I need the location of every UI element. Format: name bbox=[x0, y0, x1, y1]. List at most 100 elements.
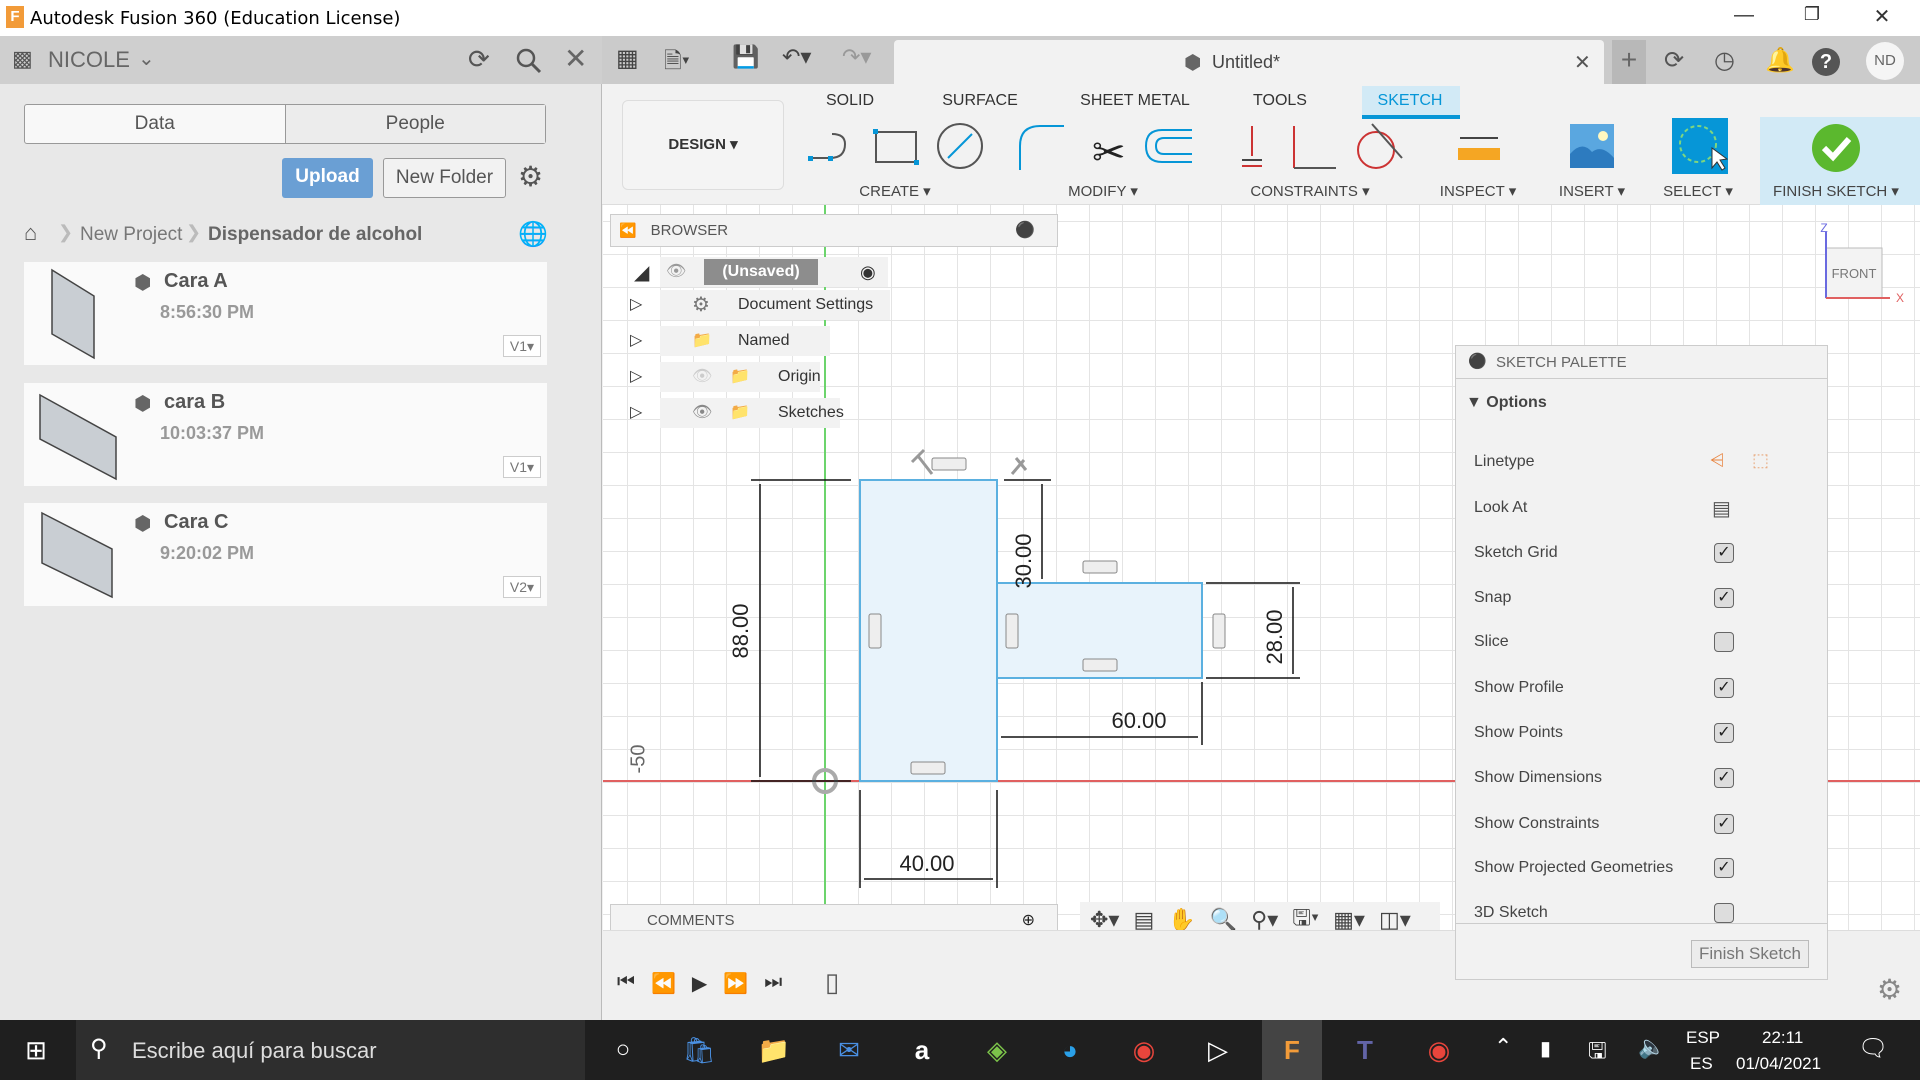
input-language[interactable]: ESP bbox=[1686, 1028, 1720, 1048]
palette-checkbox[interactable]: ✓ bbox=[1714, 814, 1734, 834]
palette-checkbox[interactable]: ✓ bbox=[1714, 678, 1734, 698]
clock-time[interactable]: 22:11 bbox=[1762, 1028, 1803, 1048]
options-section-toggle[interactable]: ▼ Options bbox=[1466, 394, 1547, 412]
palette-checkbox[interactable]: ✓ bbox=[1714, 858, 1734, 878]
show-hidden-icons[interactable]: ⌃ bbox=[1494, 1034, 1512, 1060]
clock-icon[interactable]: ◷ bbox=[1714, 46, 1735, 75]
close-window-button[interactable]: ✕ bbox=[1862, 4, 1902, 29]
version-dropdown[interactable]: V1▾ bbox=[503, 335, 541, 357]
browser-minimize-icon[interactable]: ⚫ bbox=[1015, 215, 1035, 246]
eye-icon[interactable]: 👁 bbox=[666, 263, 686, 280]
version-dropdown[interactable]: V2▾ bbox=[503, 576, 541, 598]
play-icon[interactable]: ▶ bbox=[692, 971, 707, 996]
trim-tool-icon[interactable]: ✂ bbox=[1092, 131, 1126, 172]
new-tab-button[interactable]: + bbox=[1612, 40, 1646, 84]
modify-menu[interactable]: MODIFY ▾ bbox=[1068, 182, 1138, 200]
media-app-icon[interactable]: ▷ bbox=[1188, 1020, 1248, 1080]
collapse-browser-icon[interactable]: ⏪ bbox=[619, 222, 636, 238]
finish-sketch-button[interactable]: Finish Sketch bbox=[1691, 940, 1809, 968]
layers-app-icon[interactable]: ◈ bbox=[967, 1020, 1027, 1080]
circle-tool-icon[interactable] bbox=[937, 123, 983, 169]
fusion-360-taskbar-icon[interactable]: F bbox=[1262, 1020, 1322, 1080]
settings-gear-icon[interactable]: ⚙ bbox=[1877, 973, 1902, 1006]
go-to-start-icon[interactable]: ⏮ bbox=[617, 971, 635, 996]
new-folder-button[interactable]: New Folder bbox=[383, 158, 506, 198]
timeline-marker-icon[interactable]: ▯ bbox=[825, 967, 839, 998]
mail-icon[interactable]: ✉ bbox=[819, 1020, 879, 1080]
user-selector[interactable]: NICOLE bbox=[48, 47, 130, 73]
look-at-icon[interactable]: ▤ bbox=[1712, 496, 1731, 521]
eye-icon[interactable]: 👁 bbox=[692, 398, 712, 428]
finish-sketch-menu[interactable]: FINISH SKETCH ▾ bbox=[1773, 182, 1899, 200]
version-dropdown[interactable]: V1▾ bbox=[503, 456, 541, 478]
tangent-constraint-icon[interactable] bbox=[1357, 123, 1403, 169]
edge-icon[interactable]: ◕ bbox=[1040, 1020, 1100, 1080]
user-avatar[interactable]: ND bbox=[1866, 42, 1904, 80]
tab-people[interactable]: People bbox=[284, 105, 545, 143]
create-menu[interactable]: CREATE ▾ bbox=[859, 182, 930, 200]
centerline-linetype-icon[interactable]: ⬚ bbox=[1752, 450, 1769, 471]
refresh-icon[interactable]: ⟳ bbox=[468, 44, 490, 75]
close-panel-icon[interactable]: ✕ bbox=[564, 42, 587, 75]
palette-checkbox[interactable] bbox=[1714, 632, 1734, 652]
tree-item-document-settings[interactable]: ▷ ⚙ Document Settings bbox=[630, 290, 890, 320]
tree-item-sketches[interactable]: ▷ 👁 📁 Sketches bbox=[630, 398, 844, 428]
insert-image-icon[interactable] bbox=[1570, 124, 1614, 168]
expand-arrow-icon[interactable]: ▷ bbox=[630, 398, 642, 428]
finish-sketch-check-icon[interactable] bbox=[1812, 124, 1860, 172]
teams-icon[interactable]: T bbox=[1335, 1020, 1395, 1080]
step-back-icon[interactable]: ⏪ bbox=[651, 971, 676, 996]
measure-tool-icon[interactable] bbox=[1456, 130, 1502, 164]
home-icon[interactable]: ⌂ bbox=[24, 220, 37, 246]
keyboard-layout[interactable]: ES bbox=[1690, 1054, 1713, 1074]
cortana-icon[interactable]: ○ bbox=[593, 1020, 653, 1080]
step-forward-icon[interactable]: ⏩ bbox=[723, 971, 748, 996]
palette-checkbox[interactable] bbox=[1714, 903, 1734, 923]
tab-tools[interactable]: TOOLS bbox=[1253, 92, 1307, 110]
minimize-button[interactable]: — bbox=[1724, 4, 1764, 27]
tab-data[interactable]: Data bbox=[25, 105, 285, 143]
expand-arrow-icon[interactable]: ▷ bbox=[630, 290, 642, 320]
chevron-down-icon[interactable]: ⌄ bbox=[138, 46, 155, 71]
expand-arrow-icon[interactable]: ▷ bbox=[630, 362, 642, 392]
document-tab[interactable]: ⬢ Untitled* ✕ bbox=[894, 40, 1604, 84]
rectangle-tool-icon[interactable] bbox=[873, 129, 919, 165]
store-icon[interactable]: 🛍 bbox=[669, 1020, 729, 1080]
file-card[interactable]: ⬢ Cara A 8:56:30 PM V1▾ bbox=[24, 262, 547, 365]
undo-icon[interactable]: ↶▾ bbox=[782, 44, 811, 70]
save-icon[interactable]: 💾 bbox=[732, 44, 759, 70]
construction-linetype-icon[interactable]: ⩤ bbox=[1710, 450, 1724, 471]
globe-icon[interactable]: 🌐 bbox=[518, 220, 548, 249]
file-card[interactable]: ⬢ Cara C 9:20:02 PM V2▾ bbox=[24, 503, 547, 606]
collapse-root-icon[interactable]: ◢ bbox=[634, 260, 649, 285]
network-icon[interactable]: 🖫 bbox=[1588, 1034, 1607, 1072]
activate-radio-icon[interactable]: ◉ bbox=[860, 257, 876, 287]
tab-surface[interactable]: SURFACE bbox=[942, 92, 1018, 110]
select-menu[interactable]: SELECT ▾ bbox=[1663, 182, 1733, 200]
line-tool-icon[interactable] bbox=[808, 133, 847, 161]
inspect-menu[interactable]: INSPECT ▾ bbox=[1440, 182, 1516, 200]
notifications-bell-icon[interactable]: 🔔 bbox=[1765, 46, 1795, 75]
windows-start-icon[interactable]: ⊞ bbox=[6, 1020, 66, 1080]
restore-button[interactable]: ❐ bbox=[1792, 4, 1832, 25]
palette-checkbox[interactable]: ✓ bbox=[1714, 768, 1734, 788]
insert-menu[interactable]: INSERT ▾ bbox=[1559, 182, 1625, 200]
chrome-profile-icon[interactable]: ◉ bbox=[1409, 1020, 1469, 1080]
root-component-name[interactable]: (Unsaved) bbox=[704, 259, 818, 285]
perpendicular-constraint-icon[interactable] bbox=[1293, 126, 1336, 169]
taskbar-search[interactable]: ⚲ Escribe aquí para buscar bbox=[76, 1020, 585, 1080]
palette-checkbox[interactable]: ✓ bbox=[1714, 588, 1734, 608]
upload-button[interactable]: Upload bbox=[282, 158, 373, 198]
browser-root-item[interactable]: 👁 (Unsaved) ◉ bbox=[660, 257, 888, 287]
fillet-tool-icon[interactable] bbox=[1019, 125, 1064, 170]
search-icon[interactable] bbox=[516, 48, 542, 74]
help-icon[interactable]: ? bbox=[1812, 48, 1840, 76]
battery-icon[interactable]: ▮ bbox=[1540, 1036, 1551, 1061]
palette-checkbox[interactable]: ✓ bbox=[1714, 723, 1734, 743]
file-card[interactable]: ⬢ cara B 10:03:37 PM V1▾ bbox=[24, 383, 547, 486]
file-menu-icon[interactable]: 🗎▾ bbox=[664, 44, 690, 82]
go-to-end-icon[interactable]: ⏭ bbox=[764, 971, 782, 996]
apps-grid-icon[interactable]: ▦ bbox=[616, 44, 639, 73]
eye-hidden-icon[interactable]: 👁 bbox=[692, 362, 712, 392]
workspace-switcher[interactable]: DESIGN ▾ bbox=[622, 100, 784, 190]
